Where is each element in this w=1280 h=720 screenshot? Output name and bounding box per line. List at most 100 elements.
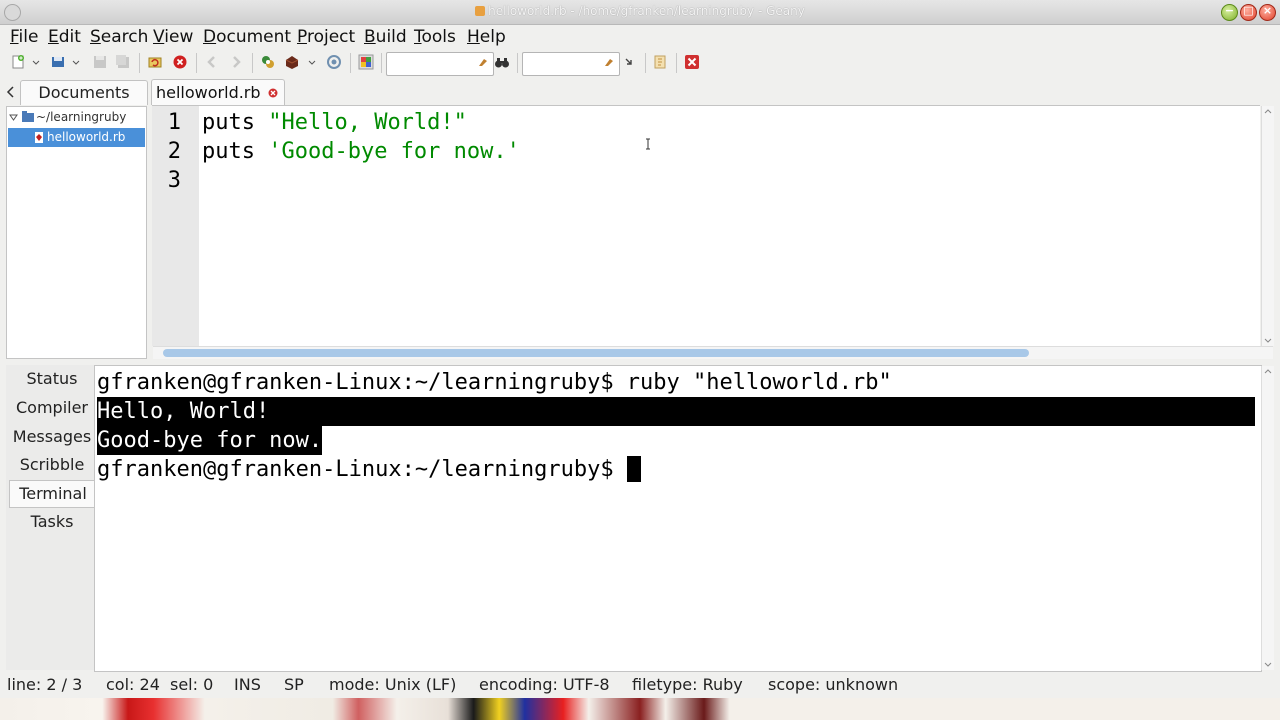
menu-project[interactable]: Project (297, 27, 355, 47)
tab-documents[interactable]: Documents (20, 80, 148, 105)
sidebar-tabs: Documents (6, 80, 148, 105)
status-encoding: encoding: UTF-8 (479, 675, 610, 694)
terminal-output-line: Hello, World! (97, 397, 270, 426)
tab-compiler[interactable]: Compiler (9, 395, 95, 421)
toolbar-separator (517, 53, 518, 73)
new-file-dropdown-icon[interactable] (31, 54, 41, 70)
revert-icon[interactable] (147, 54, 163, 70)
clear-goto-icon[interactable] (603, 56, 615, 68)
scroll-up-icon[interactable] (1264, 368, 1272, 374)
code-line: puts 'Good-bye for now.' (202, 139, 520, 164)
menu-document[interactable]: Document (203, 27, 291, 47)
toolbar-separator (139, 53, 140, 73)
toolbar-separator (196, 53, 197, 73)
terminal-line: gfranken@gfranken-Linux:~/learningruby$ … (97, 370, 892, 395)
run-icon[interactable] (326, 54, 342, 70)
clear-search-icon[interactable] (477, 56, 489, 68)
close-tab-icon[interactable] (268, 88, 278, 98)
folder-icon (22, 111, 34, 122)
code-editor[interactable]: 1 2 3 puts "Hello, World!" puts 'Good-by… (152, 105, 1260, 346)
new-file-icon[interactable] (10, 54, 26, 70)
color-chooser-icon[interactable] (358, 54, 374, 70)
tab-terminal[interactable]: Terminal (9, 480, 96, 508)
open-file-icon[interactable] (50, 54, 66, 70)
close-file-icon[interactable] (172, 54, 188, 70)
menu-tools[interactable]: Tools (414, 27, 456, 47)
documents-panel: ~/learningruby helloworld.rb (6, 106, 147, 359)
scrollbar-thumb[interactable] (163, 349, 1029, 357)
menu-build[interactable]: Build (364, 27, 407, 47)
tab-helloworld[interactable]: helloworld.rb (151, 79, 285, 105)
build-icon[interactable] (284, 54, 300, 70)
maximize-button[interactable]: □ (1240, 4, 1257, 21)
open-file-dropdown-icon[interactable] (71, 54, 81, 70)
toolbar-separator (252, 53, 253, 73)
status-filetype: filetype: Ruby (632, 675, 743, 694)
save-all-icon[interactable] (115, 54, 131, 70)
navigate-back-icon[interactable] (204, 54, 220, 70)
scroll-down-icon[interactable] (1264, 338, 1272, 344)
desktop-background (0, 698, 1280, 720)
status-bar: line: 2 / 3 col: 24 sel: 0 INS SP mode: … (0, 672, 1280, 698)
scroll-up-icon[interactable] (1264, 108, 1272, 114)
tab-messages[interactable]: Messages (9, 424, 95, 450)
status-sel: sel: 0 (170, 675, 214, 694)
menu-file[interactable]: File (10, 27, 38, 47)
terminal-selection (97, 397, 1255, 426)
find-binoculars-icon[interactable] (494, 54, 510, 70)
geany-app-icon (475, 6, 486, 16)
toolbar-separator (645, 53, 646, 73)
terminal-scrollbar[interactable] (1261, 366, 1274, 670)
menu-search[interactable]: Search (90, 27, 148, 47)
expander-down-icon[interactable] (9, 113, 18, 122)
scroll-down-icon[interactable] (1264, 662, 1272, 668)
navigate-forward-icon[interactable] (228, 54, 244, 70)
menu-edit[interactable]: Edit (48, 27, 81, 47)
code-string: 'Good-bye for now.' (268, 139, 520, 164)
chevron-left-icon[interactable] (6, 85, 16, 99)
code-keyword: puts (202, 139, 269, 164)
editor-vertical-scrollbar[interactable] (1261, 106, 1274, 346)
message-window-tabs: Status Compiler Messages Scribble Termin… (6, 365, 96, 670)
preferences-icon[interactable] (652, 54, 668, 70)
title-bar: helloworld.rb - /home/gfranken/learningr… (0, 0, 1280, 25)
text-cursor-icon (646, 138, 650, 150)
minimize-button[interactable]: − (1221, 4, 1238, 21)
save-icon[interactable] (92, 54, 108, 70)
tree-folder-label: ~/learningruby (36, 110, 127, 124)
status-scope: scope: unknown (768, 675, 899, 694)
build-dropdown-icon[interactable] (307, 54, 317, 70)
window-title: helloworld.rb - /home/gfranken/learningr… (0, 4, 1280, 18)
tab-tasks[interactable]: Tasks (9, 509, 95, 535)
tab-documents-label: Documents (38, 83, 130, 102)
status-mode: mode: Unix (LF) (329, 675, 457, 694)
tree-file-label: helloworld.rb (47, 130, 126, 144)
code-keyword: puts (202, 110, 269, 135)
terminal[interactable]: gfranken@gfranken-Linux:~/learningruby$ … (94, 365, 1262, 672)
toolbar-separator (676, 53, 677, 73)
terminal-cursor (626, 456, 641, 482)
ruby-file-icon (35, 132, 43, 143)
line-number: 1 (167, 110, 181, 135)
terminal-output-line: Good-bye for now. (97, 426, 323, 455)
editor-tab-label: helloworld.rb (156, 83, 261, 102)
terminal-prompt-line: gfranken@gfranken-Linux:~/learningruby$ (97, 455, 641, 484)
toolbar-separator (381, 53, 382, 73)
line-number-gutter: 1 2 3 (152, 106, 199, 346)
compile-icon[interactable] (260, 54, 276, 70)
menu-bar: File Edit Search View Document Project B… (0, 25, 1280, 49)
editor-horizontal-scrollbar[interactable] (153, 346, 1273, 359)
toolbar-separator (350, 53, 351, 73)
quit-icon[interactable] (684, 54, 700, 70)
menu-help[interactable]: Help (467, 27, 506, 47)
tree-file-row-selected[interactable]: helloworld.rb (8, 128, 145, 147)
close-window-button[interactable]: × (1259, 4, 1276, 21)
toolbar (0, 50, 1280, 76)
menu-view[interactable]: View (153, 27, 193, 47)
goto-line-icon[interactable] (622, 54, 638, 70)
line-number: 2 (167, 139, 181, 164)
tab-status[interactable]: Status (9, 366, 95, 392)
tab-scribble[interactable]: Scribble (9, 452, 95, 478)
status-line: line: 2 / 3 (7, 675, 83, 694)
code-line: puts "Hello, World!" (202, 110, 467, 135)
